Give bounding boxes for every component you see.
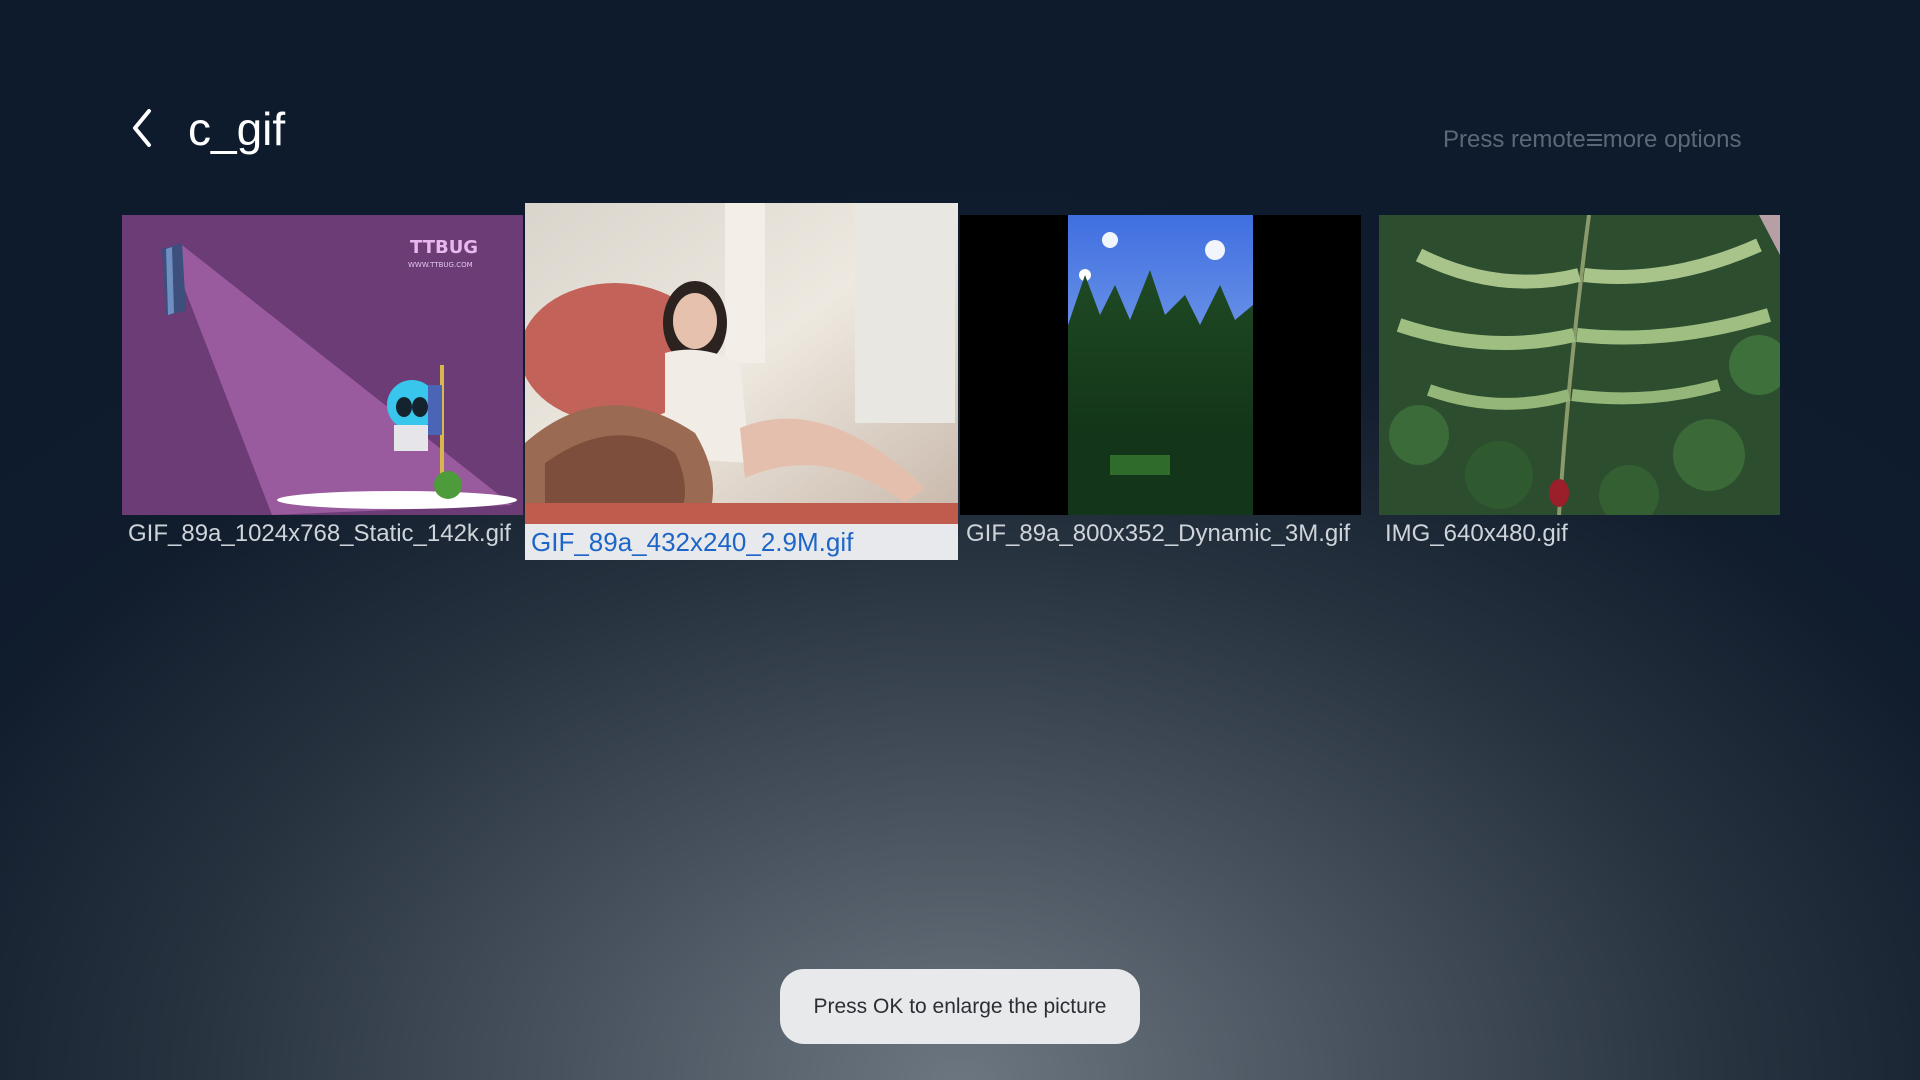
file-thumbnail [525, 203, 958, 524]
file-thumbnail: TTBUG WWW.TTBUG.COM [122, 215, 523, 515]
file-card[interactable]: IMG_640x480.gif [1379, 215, 1780, 555]
file-name: GIF_89a_1024x768_Static_142k.gif [128, 520, 511, 547]
file-card[interactable]: TTBUG WWW.TTBUG.COM GIF_89a_1024x768_Sta… [122, 215, 523, 555]
thumb-watermark: TTBUG [410, 237, 478, 258]
thumb-watermark-url: WWW.TTBUG.COM [408, 261, 473, 269]
file-grid: TTBUG WWW.TTBUG.COM GIF_89a_1024x768_Sta… [0, 0, 1920, 600]
file-card[interactable]: GIF_89a_800x352_Dynamic_3M.gif [960, 215, 1361, 555]
file-thumbnail [1379, 215, 1780, 515]
file-name: GIF_89a_432x240_2.9M.gif [525, 524, 958, 560]
toast-message: Press OK to enlarge the picture [780, 969, 1140, 1044]
file-thumbnail [960, 215, 1361, 515]
file-name: IMG_640x480.gif [1385, 520, 1568, 547]
file-name: GIF_89a_800x352_Dynamic_3M.gif [966, 520, 1351, 547]
file-card[interactable]: GIF_89a_432x240_2.9M.gif [525, 203, 958, 561]
